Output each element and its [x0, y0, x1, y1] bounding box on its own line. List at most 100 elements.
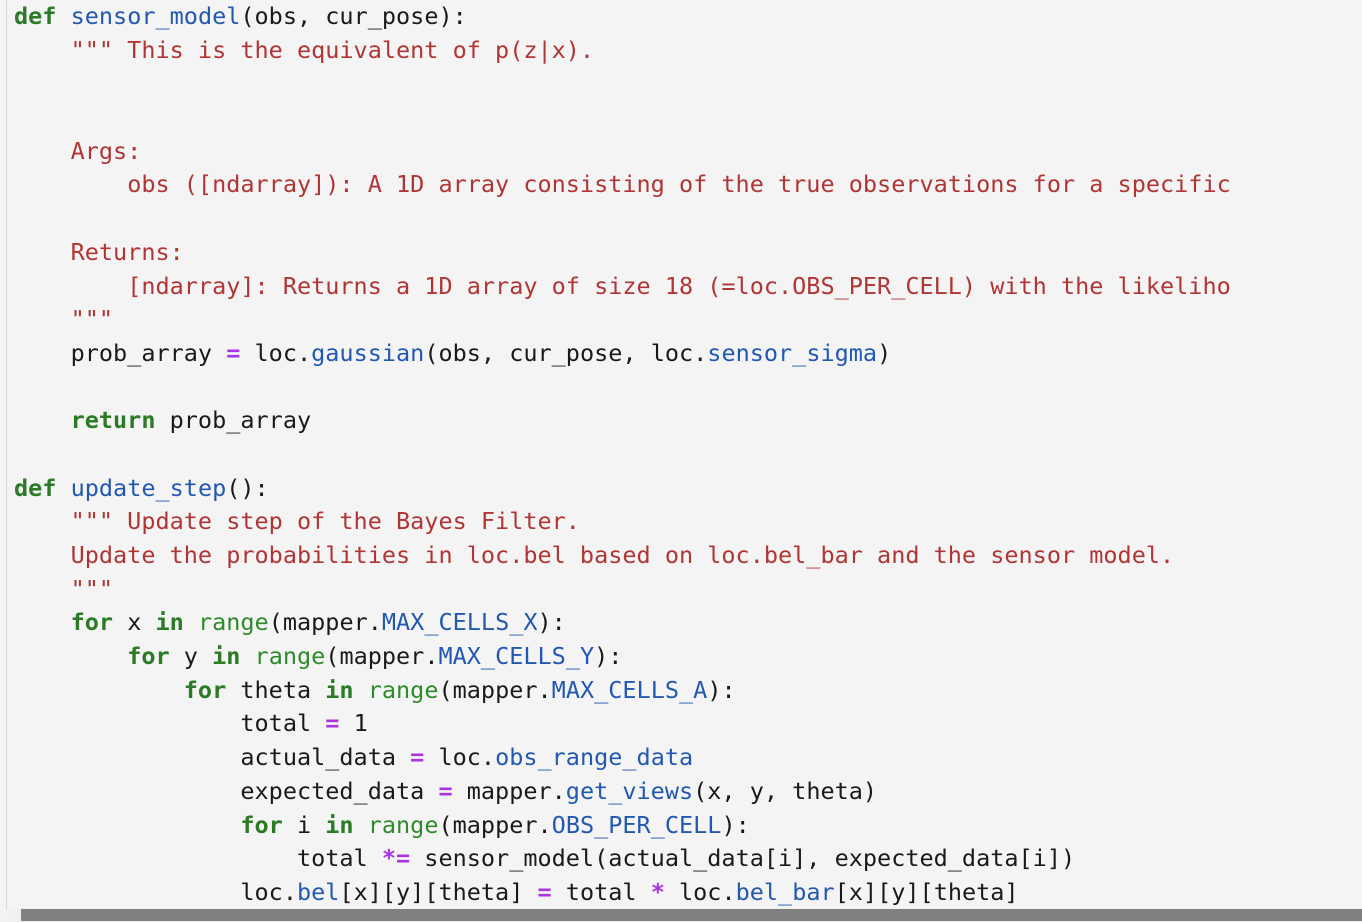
- code-token-pl: sensor_model(actual_data[i], expected_da…: [410, 844, 1076, 873]
- code-line: return prob_array: [14, 404, 1231, 438]
- code-token-op: *=: [381, 844, 411, 873]
- code-line: for i in range(mapper.OBS_PER_CELL):: [14, 809, 1231, 843]
- code-token-kw: def: [14, 473, 57, 502]
- code-token-kw: for: [127, 642, 170, 671]
- code-token-op: =: [325, 709, 340, 738]
- code-token-attr: sensor_sigma: [707, 338, 878, 367]
- code-token-attr: MAX_CELLS_A: [551, 675, 708, 704]
- code-line: total *= sensor_model(actual_data[i], ex…: [14, 842, 1231, 876]
- code-token-str: obs ([ndarray]): A 1D array consisting o…: [127, 170, 1231, 199]
- code-line: Returns:: [14, 236, 1231, 270]
- code-token-pl: theta: [226, 675, 326, 704]
- code-editor-pane[interactable]: def sensor_model(obs, cur_pose): """ Thi…: [0, 0, 1362, 922]
- code-token-op: =: [537, 877, 552, 906]
- code-token-op: *: [650, 877, 665, 906]
- code-line: for y in range(mapper.MAX_CELLS_Y):: [14, 640, 1231, 674]
- code-token-bi: range: [254, 642, 326, 671]
- horizontal-scrollbar-track[interactable]: [7, 908, 1362, 922]
- code-token-str: Update the probabilities in loc.bel base…: [70, 541, 1175, 569]
- code-token-pl: ):: [721, 810, 750, 839]
- code-token-pl: ):: [537, 608, 566, 637]
- code-token-attr: bel_bar: [735, 877, 835, 906]
- code-token-pl: y: [169, 642, 213, 671]
- code-token-pl: x: [113, 608, 156, 637]
- code-token-pl: loc.: [664, 877, 736, 906]
- code-token-pl: i: [282, 810, 326, 839]
- code-token-kw: in: [155, 608, 184, 637]
- code-token-fn: sensor_model: [70, 2, 241, 30]
- code-token-op: =: [438, 776, 453, 805]
- code-token-kw: in: [325, 675, 354, 704]
- code-token-pl: loc.: [424, 743, 496, 772]
- code-line: """ Update step of the Bayes Filter.: [14, 505, 1231, 539]
- code-token-op: =: [410, 743, 425, 772]
- code-token-pl: actual_data: [240, 743, 411, 772]
- horizontal-scrollbar-thumb[interactable]: [21, 909, 1362, 921]
- code-token-kw: for: [240, 810, 283, 839]
- code-token-attr: obs_range_data: [495, 743, 694, 772]
- code-line: Args:: [14, 135, 1231, 169]
- code-line: for x in range(mapper.MAX_CELLS_X):: [14, 606, 1231, 640]
- code-token-num: 1: [353, 709, 368, 738]
- code-content[interactable]: def sensor_model(obs, cur_pose): """ Thi…: [14, 0, 1231, 910]
- code-token-bi: range: [197, 608, 269, 637]
- code-token-kw: for: [70, 608, 114, 637]
- code-line: total = 1: [14, 707, 1231, 741]
- code-token-pl: loc.: [240, 338, 312, 367]
- code-line: def update_step():: [14, 472, 1231, 506]
- code-token-kw: def: [14, 2, 57, 30]
- code-token-pl: (obs, cur_pose):: [240, 2, 467, 30]
- code-token-kw: in: [212, 642, 241, 671]
- code-line: actual_data = loc.obs_range_data: [14, 741, 1231, 775]
- code-token-str: Returns:: [70, 237, 184, 266]
- gutter-divider: [6, 0, 7, 910]
- code-line: """ This is the equivalent of p(z|x).: [14, 34, 1231, 68]
- code-token-attr: OBS_PER_CELL: [551, 810, 722, 839]
- code-line: def sensor_model(obs, cur_pose):: [14, 0, 1231, 34]
- code-token-bi: range: [367, 675, 439, 704]
- code-token-pl: (mapper.: [438, 810, 552, 839]
- code-token-pl: total: [296, 844, 382, 873]
- code-line: expected_data = mapper.get_views(x, y, t…: [14, 775, 1231, 809]
- code-token-kw: in: [325, 810, 354, 839]
- code-token-fn: update_step: [70, 473, 227, 502]
- code-token-fn: get_views: [565, 776, 694, 805]
- code-token-pl: mapper.: [452, 776, 566, 805]
- code-token-pl: total: [240, 709, 326, 738]
- code-token-op: =: [226, 338, 241, 367]
- code-line: Update the probabilities in loc.bel base…: [14, 539, 1231, 573]
- code-line: obs ([ndarray]): A 1D array consisting o…: [14, 168, 1231, 202]
- code-token-pl: (mapper.: [325, 642, 439, 671]
- code-token-pl: total: [551, 877, 651, 906]
- code-token-str: """: [70, 574, 114, 603]
- code-token-pl: ):: [594, 642, 623, 671]
- code-token-pl: (obs, cur_pose, loc.: [424, 338, 708, 367]
- code-line: """: [14, 303, 1231, 337]
- code-token-fn: gaussian: [311, 338, 425, 367]
- code-token-pl: (mapper.: [438, 675, 552, 704]
- code-token-pl: ): [877, 338, 892, 367]
- code-token-str: """ This is the equivalent of p(z|x).: [70, 35, 595, 64]
- code-line: [ndarray]: Returns a 1D array of size 18…: [14, 270, 1231, 304]
